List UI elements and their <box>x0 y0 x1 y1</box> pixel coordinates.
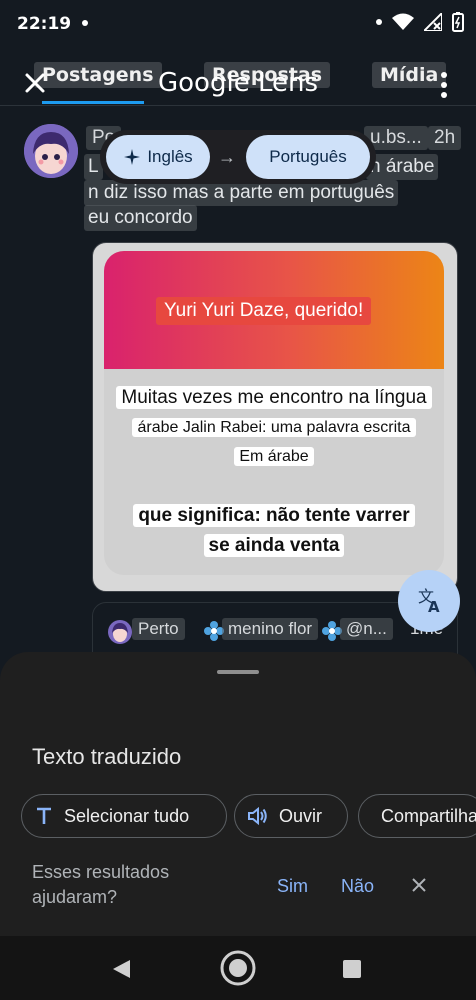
media-image: Yuri Yuri Daze, querido! Muitas vezes me… <box>104 251 444 575</box>
select-all-button[interactable]: Selecionar tudo <box>21 794 227 838</box>
reply-avatar-icon <box>108 620 132 644</box>
translated-text-sheet: Texto traduzido Selecionar tudo Ouvir Co… <box>0 652 476 936</box>
image-title: Yuri Yuri Daze, querido! <box>156 297 372 325</box>
dot-icon <box>376 19 382 25</box>
avatar-illustration-icon <box>24 124 78 178</box>
battery-icon <box>452 12 464 32</box>
select-all-label: Selecionar tudo <box>64 805 190 826</box>
translate-icon: 文 A <box>418 587 440 616</box>
post-time: 2h <box>428 126 462 150</box>
flower-emoji-icon <box>204 621 224 641</box>
target-language-label: Português <box>269 147 347 166</box>
source-language-label: Inglês <box>147 147 193 166</box>
listen-button[interactable]: Ouvir <box>234 794 348 838</box>
feedback-yes-button[interactable]: Sim <box>277 876 308 897</box>
sheet-drag-handle[interactable] <box>217 670 259 674</box>
listen-label: Ouvir <box>279 805 323 826</box>
share-label: Compartilhar <box>381 805 476 826</box>
wifi-icon <box>392 13 414 30</box>
flower-emoji-icon-2 <box>322 621 342 641</box>
speaker-icon <box>248 806 267 826</box>
recents-icon[interactable] <box>343 960 361 978</box>
status-bar: 22:19 <box>0 0 476 48</box>
image-text-line3: Em árabe <box>104 447 444 466</box>
reply-author-name-2: menino flor <box>222 618 319 640</box>
post-text-line1-end: n árabe <box>366 154 439 180</box>
sheet-title: Texto traduzido <box>32 744 182 769</box>
arrow-right-icon: → <box>218 147 236 167</box>
feedback-no-button[interactable]: Não <box>341 876 374 897</box>
avatar[interactable] <box>24 124 78 178</box>
translate-button[interactable]: 文 A <box>398 570 460 632</box>
lens-topbar: Google Lens <box>0 48 476 106</box>
share-button[interactable]: Compartilhar <box>358 794 476 838</box>
svg-text:A: A <box>428 598 440 616</box>
signal-icon <box>424 13 442 31</box>
status-icons <box>376 12 464 32</box>
reply-author-name: Perto <box>132 618 185 640</box>
image-text-line5: se ainda venta <box>104 534 444 557</box>
image-text-line4: que significa: não tente varrer <box>104 504 444 527</box>
more-options-icon[interactable] <box>440 70 448 100</box>
image-text-line2: árabe Jalin Rabei: uma palavra escrita <box>104 418 444 437</box>
text-icon <box>37 807 51 824</box>
sparkle-icon <box>124 149 141 165</box>
lens-title: Google Lens <box>158 68 318 98</box>
language-selector: Inglês → Português <box>100 130 376 184</box>
navigation-bar <box>0 936 476 1000</box>
post-text-line3: eu concordo <box>84 205 197 231</box>
target-language-button[interactable]: Português <box>246 135 370 179</box>
back-icon[interactable] <box>110 958 132 980</box>
status-time: 22:19 <box>17 14 72 34</box>
close-feedback-icon[interactable] <box>410 876 428 894</box>
media-card[interactable]: Yuri Yuri Daze, querido! Muitas vezes me… <box>92 242 458 592</box>
image-text-line1: Muitas vezes me encontro na língua <box>104 386 444 409</box>
feedback-question: Esses resultados ajudaram? <box>32 862 170 907</box>
notification-dot-icon <box>82 20 88 26</box>
reply-handle: @n... <box>340 618 393 640</box>
home-icon[interactable] <box>219 949 257 987</box>
source-language-button[interactable]: Inglês <box>106 135 210 179</box>
